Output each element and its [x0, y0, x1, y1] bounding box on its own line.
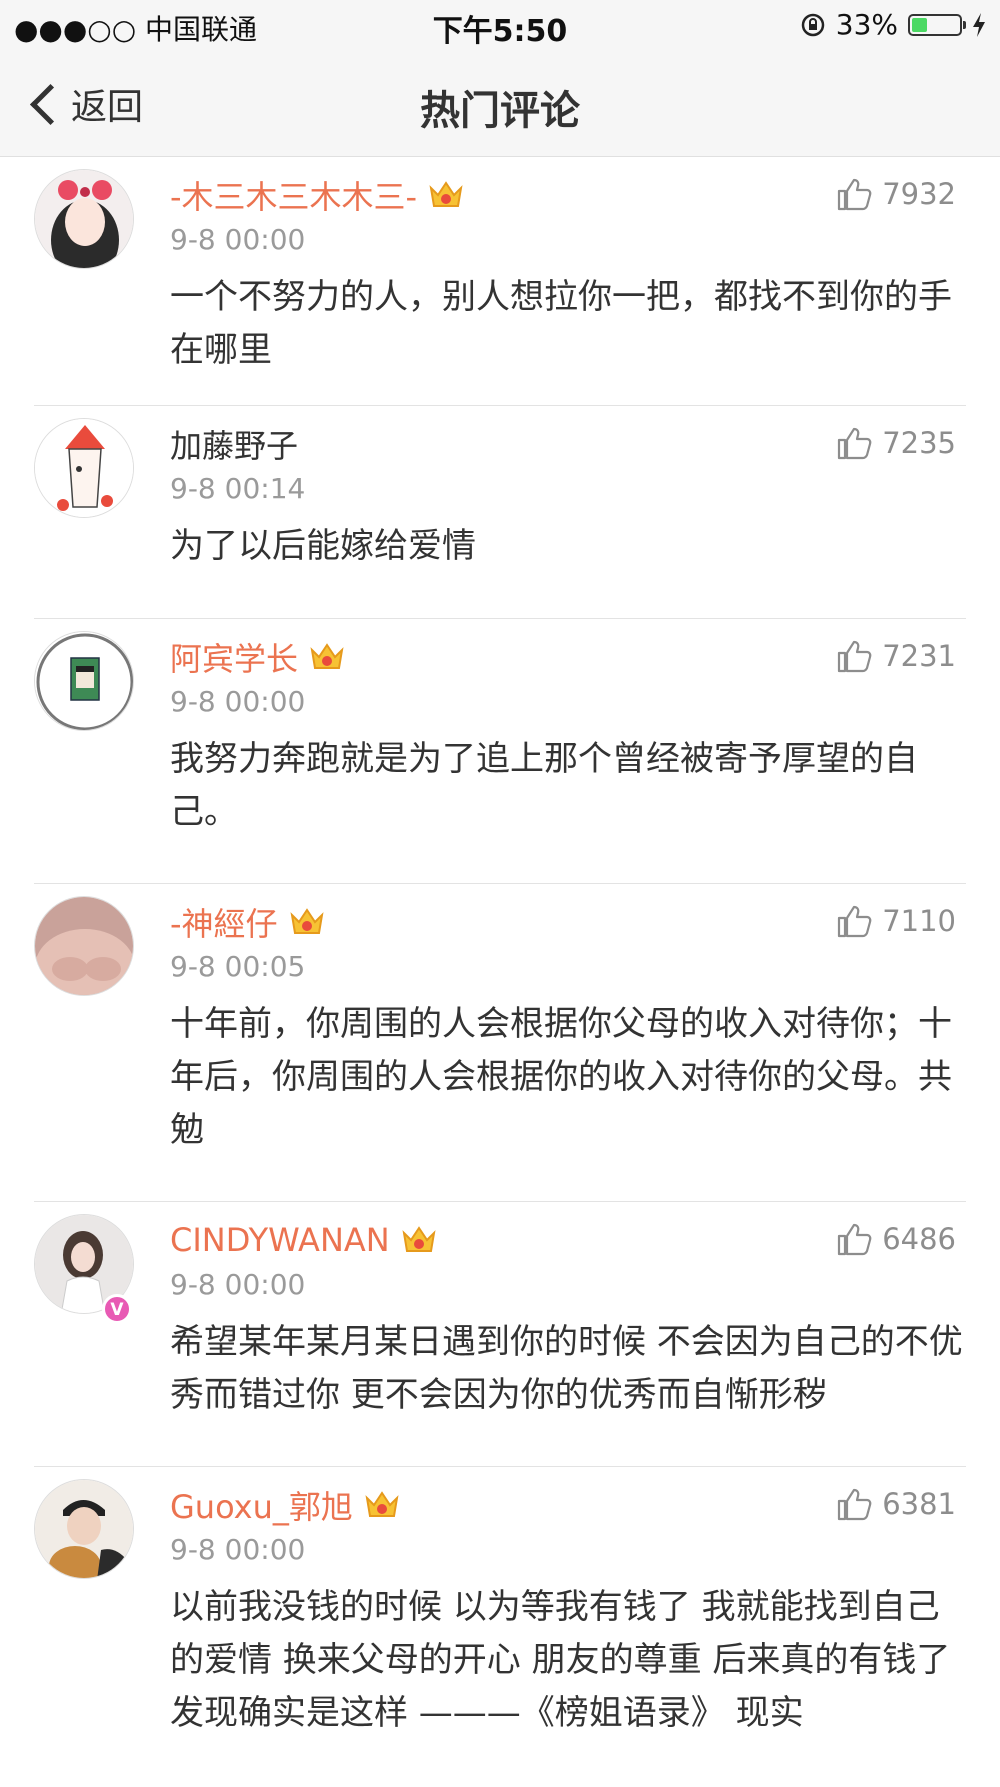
nav-bar: 返回 热门评论: [0, 52, 1000, 157]
comment-text: 我努力奔跑就是为了追上那个曾经被寄予厚望的自己。: [170, 739, 918, 832]
comment-item: 加藤野子 9-8 00:14 7235 为了以后能嫁给爱情: [0, 406, 1000, 619]
like-button[interactable]: 7932: [836, 177, 956, 211]
username[interactable]: 阿宾学长: [170, 634, 298, 680]
crown-icon: [290, 908, 324, 934]
comment-time: 9-8 00:00: [170, 685, 306, 718]
comment-time: 9-8 00:00: [170, 1268, 306, 1301]
like-button[interactable]: 7110: [836, 904, 956, 938]
crown-icon: [310, 643, 344, 669]
comment-text: 十年前，你周围的人会根据你父母的收入对待你；十年后，你周围的人会根据你的收入对待…: [170, 1004, 952, 1150]
like-count: 7231: [882, 639, 956, 673]
battery-icon: [908, 13, 966, 36]
avatar[interactable]: [34, 418, 134, 518]
charging-icon: [973, 12, 985, 37]
comment-item: -木三木三木木三- 9-8 00:00 7932 一个不努力的人，别人想拉你一把…: [0, 157, 1000, 406]
like-button[interactable]: 6381: [836, 1487, 956, 1521]
battery-fill: [912, 17, 928, 32]
username[interactable]: -神經仔: [170, 899, 278, 945]
username[interactable]: CINDYWANAN: [170, 1221, 390, 1259]
comment-time: 9-8 00:00: [170, 1533, 306, 1566]
crown-icon: [429, 181, 463, 207]
comment-item: 阿宾学长 9-8 00:00 7231 我努力奔跑就是为了追上那个曾经被寄予厚望…: [0, 619, 1000, 884]
thumbs-up-icon: [838, 1488, 872, 1521]
avatar[interactable]: [34, 631, 134, 731]
avatar[interactable]: [34, 169, 134, 269]
like-count: 7932: [882, 177, 956, 211]
like-count: 6486: [882, 1222, 956, 1256]
like-count: 6381: [882, 1487, 956, 1521]
comment-text: 以前我没钱的时候 以为等我有钱了 我就能找到自己的爱情 换来父母的开心 朋友的尊…: [170, 1587, 951, 1733]
thumbs-up-icon: [838, 1223, 872, 1256]
thumbs-up-icon: [838, 905, 872, 938]
crown-icon: [402, 1226, 436, 1252]
comment-list: -木三木三木木三- 9-8 00:00 7932 一个不努力的人，别人想拉你一把…: [0, 157, 1000, 1787]
comment-item: V CINDYWANAN 9-8 00:00 6486 希望某年某月某日遇到你的…: [0, 1202, 1000, 1467]
like-button[interactable]: 7231: [836, 639, 956, 673]
like-button[interactable]: 6486: [836, 1222, 956, 1256]
comment-text: 希望某年某月某日遇到你的时候 不会因为自己的不优秀而错过你 更不会因为你的优秀而…: [170, 1322, 963, 1415]
status-bar: ●●●○○ 中国联通 下午5:50 33%: [0, 0, 1000, 52]
rotation-lock-icon: [801, 13, 825, 36]
username[interactable]: -木三木三木木三-: [170, 172, 417, 218]
page-title: 热门评论: [420, 88, 580, 134]
avatar[interactable]: [34, 1479, 134, 1579]
comment-item: -神經仔 9-8 00:05 7110 十年前，你周围的人会根据你父母的收入对待…: [0, 884, 1000, 1202]
battery-percent: 33%: [835, 8, 898, 41]
thumbs-up-icon: [838, 178, 872, 211]
comment-time: 9-8 00:14: [170, 472, 306, 505]
like-count: 7110: [882, 904, 956, 938]
comment-text: 为了以后能嫁给爱情: [170, 526, 476, 566]
status-right: 33%: [800, 8, 986, 41]
comment-item: Guoxu_郭旭 9-8 00:00 6381 以前我没钱的时候 以为等我有钱了…: [0, 1467, 1000, 1787]
thumbs-up-icon: [838, 640, 872, 673]
thumbs-up-icon: [838, 427, 872, 460]
crown-icon: [365, 1491, 399, 1517]
comment-text: 一个不努力的人，别人想拉你一把，都找不到你的手在哪里: [170, 277, 952, 370]
like-count: 7235: [882, 426, 956, 460]
verified-badge-icon: V: [102, 1294, 132, 1324]
like-button[interactable]: 7235: [836, 426, 956, 460]
comment-time: 9-8 00:00: [170, 223, 306, 256]
username[interactable]: Guoxu_郭旭: [170, 1482, 353, 1528]
avatar[interactable]: [34, 896, 134, 996]
comment-time: 9-8 00:05: [170, 950, 306, 983]
username[interactable]: 加藤野子: [170, 421, 298, 467]
